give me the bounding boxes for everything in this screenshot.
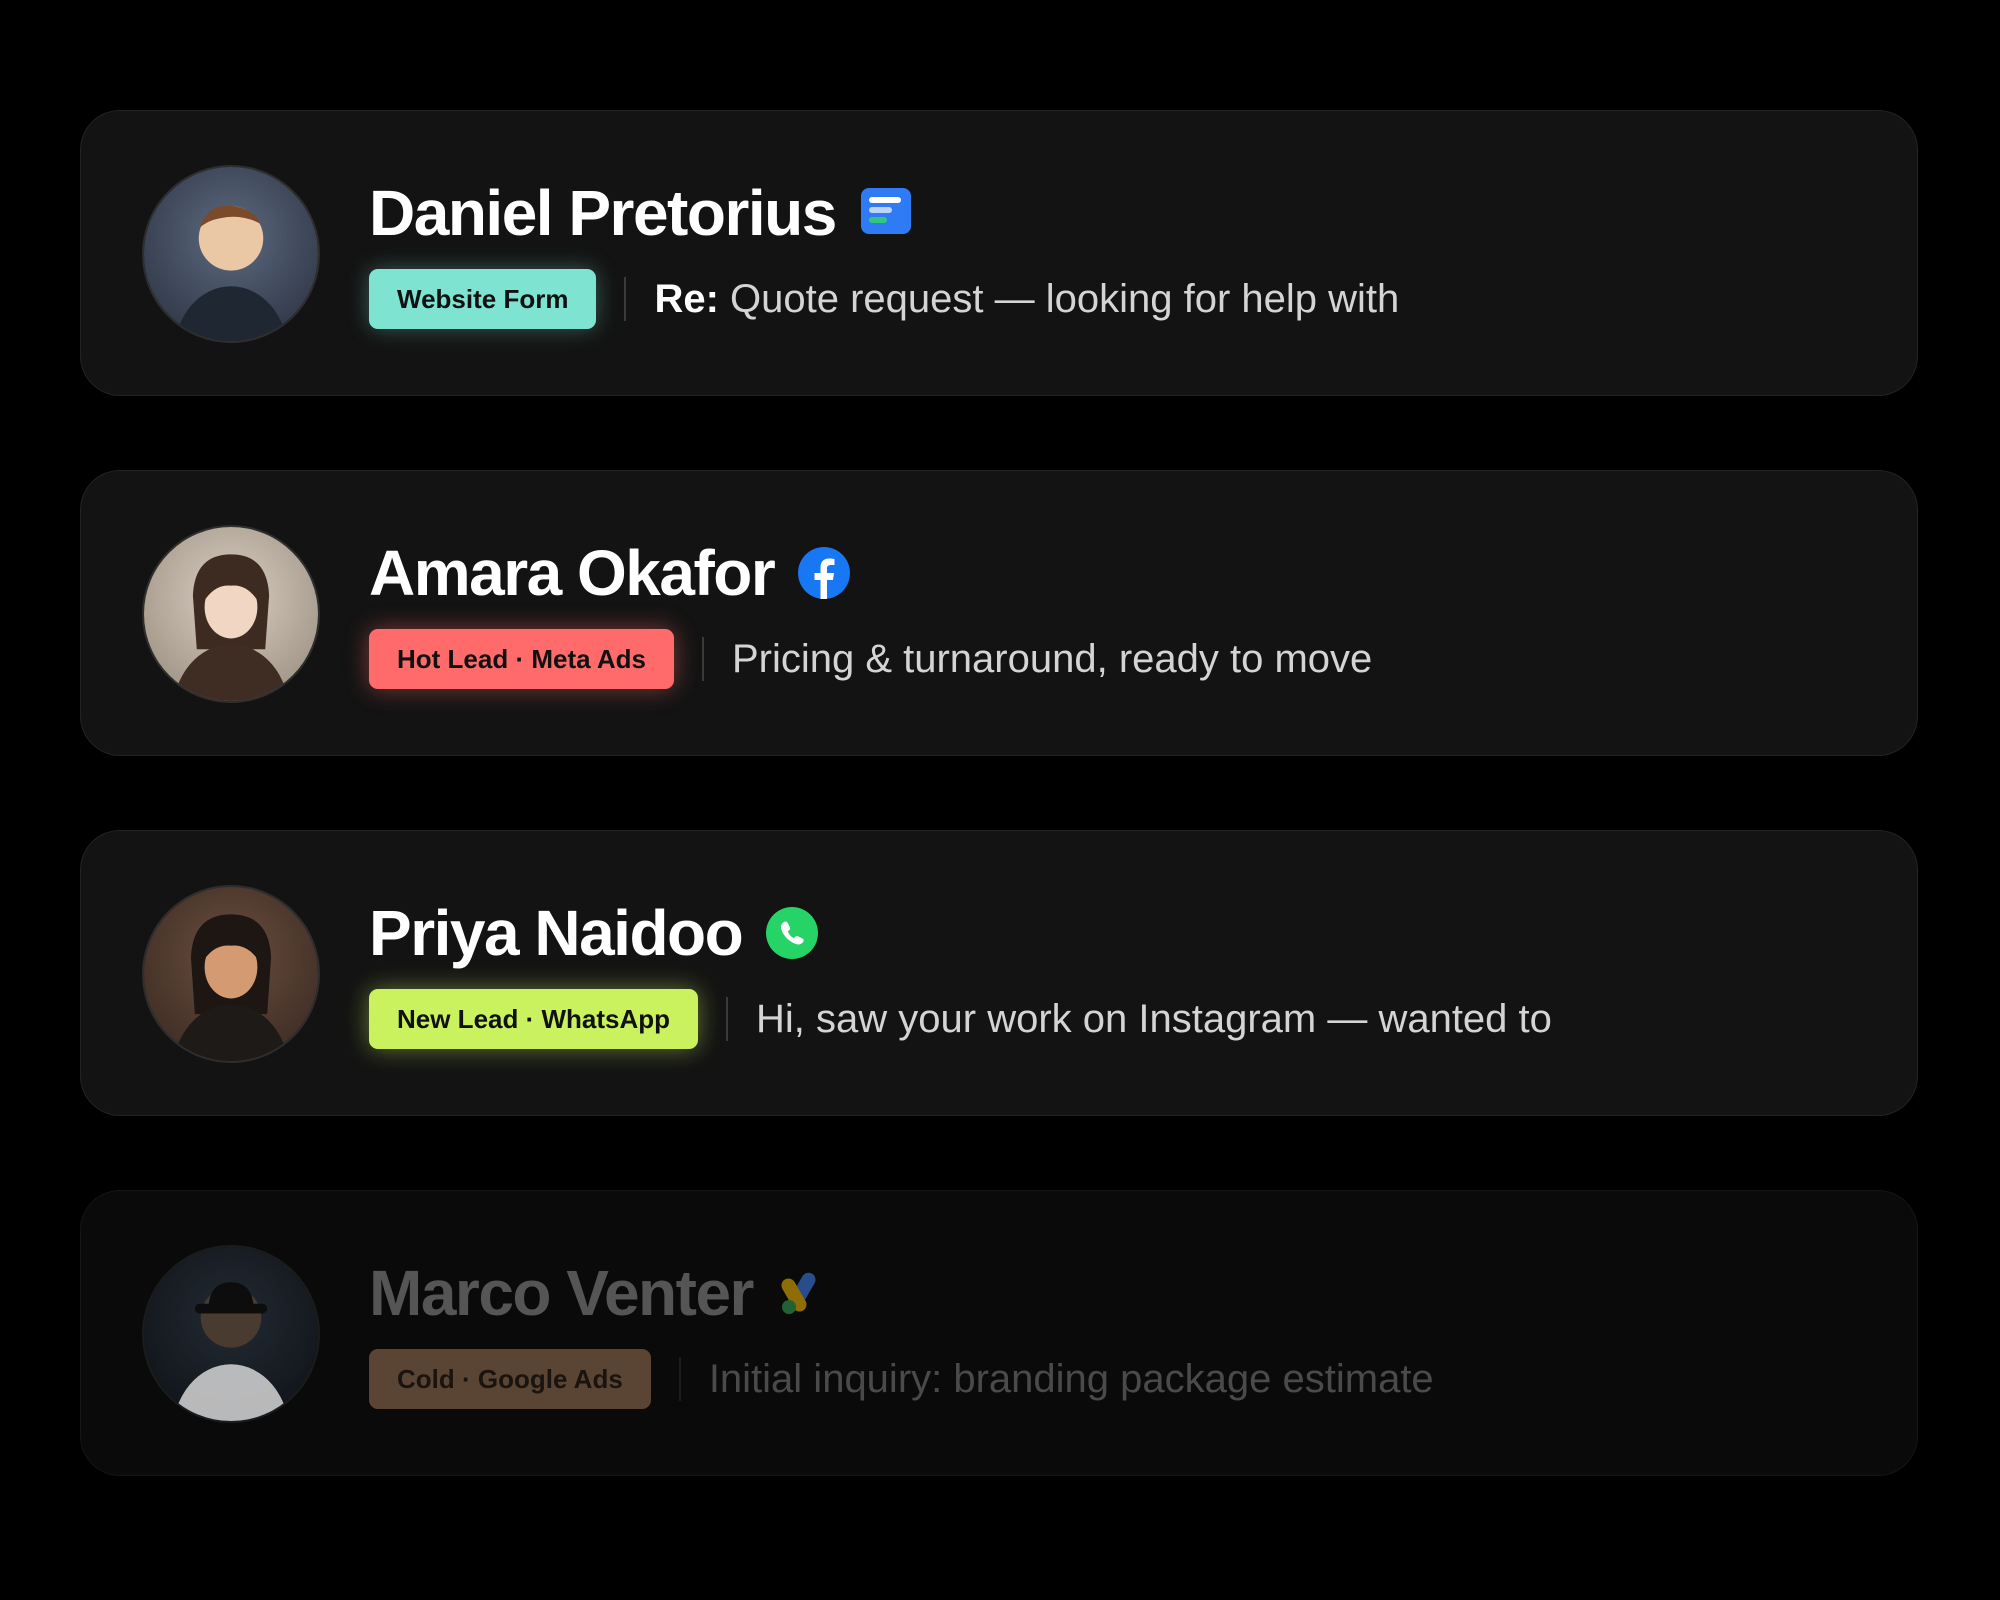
message-prefix: Re: xyxy=(654,276,719,321)
avatar xyxy=(142,165,320,343)
google-ads-icon xyxy=(777,1267,829,1319)
message-preview: Initial inquiry: branding package estima… xyxy=(708,1356,1434,1401)
status-badge: Website Form xyxy=(369,269,597,329)
avatar xyxy=(142,525,320,703)
message-preview: Pricing & turnaround, ready to move xyxy=(731,636,1373,681)
status-badge: Cold · Google Ads xyxy=(369,1349,651,1409)
lead-name: Amara Okafor xyxy=(369,537,776,609)
message-preview: Hi, saw your work on Instagram — wanted … xyxy=(756,996,1552,1041)
lead-card[interactable]: Marco Venter Cold · Google Ads Initial i… xyxy=(80,1190,1918,1476)
divider xyxy=(624,277,627,321)
divider xyxy=(678,1357,681,1401)
divider xyxy=(726,997,729,1041)
status-badge: New Lead · WhatsApp xyxy=(369,989,699,1049)
whatsapp-icon xyxy=(766,907,819,959)
lead-name: Marco Venter xyxy=(369,1257,754,1329)
avatar xyxy=(142,1245,320,1423)
message-text: Quote request — looking for help with xyxy=(718,276,1400,321)
lead-card[interactable]: Priya Naidoo New Lead · WhatsApp Hi, saw… xyxy=(80,830,1918,1116)
lead-card[interactable]: Daniel Pretorius Website Form Re: Quote … xyxy=(80,110,1918,396)
lead-card[interactable]: Amara Okafor Hot Lead · Meta Ads Pricing… xyxy=(80,470,1918,756)
lead-name: Daniel Pretorius xyxy=(369,177,837,249)
lead-name: Priya Naidoo xyxy=(369,897,744,969)
divider xyxy=(701,637,704,681)
message-preview: Re: Quote request — looking for help wit… xyxy=(654,277,1399,322)
facebook-icon xyxy=(798,547,851,599)
status-badge: Hot Lead · Meta Ads xyxy=(369,629,674,689)
form-icon xyxy=(860,187,912,239)
avatar xyxy=(142,885,320,1063)
